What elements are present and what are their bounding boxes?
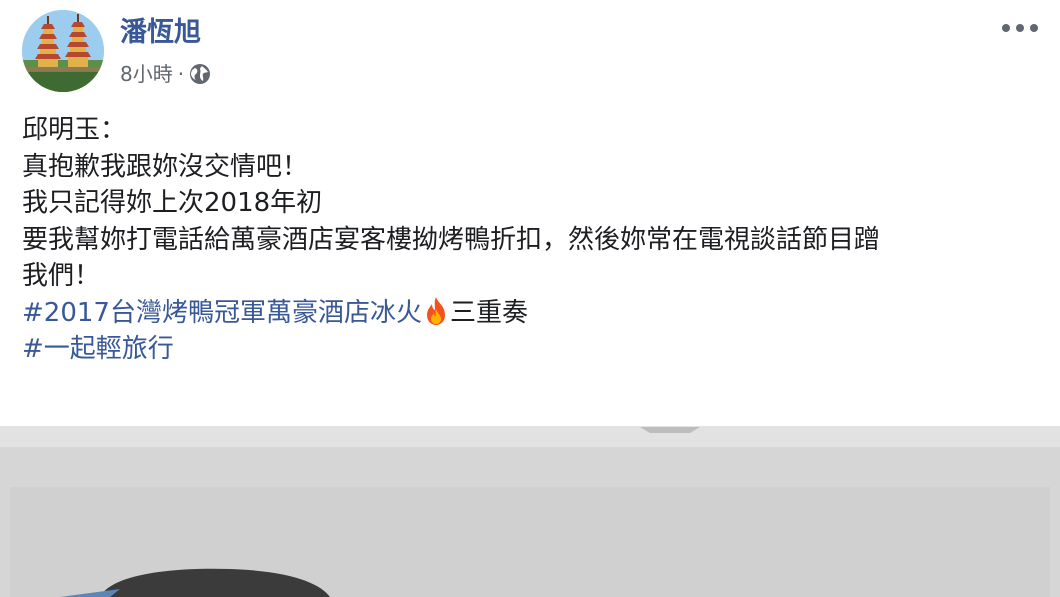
text-line: 要我幫妳打電話給萬豪酒店宴客樓拗烤鴨折扣，然後妳常在電視談話節目蹭	[22, 224, 881, 255]
fire-icon	[426, 296, 445, 325]
globe-icon[interactable]	[189, 63, 211, 85]
text-line: 我只記得妳上次2018年初	[22, 188, 323, 218]
hashtag-link[interactable]: #一起輕旅行	[22, 334, 174, 364]
post-meta: 8小時 ·	[120, 62, 211, 86]
meta-separator: ·	[177, 62, 185, 86]
hashtag-line: #2017台灣烤鴨冠軍萬豪酒店冰火 三重奏	[22, 295, 1042, 332]
hashtag-suffix: 三重奏	[449, 297, 528, 328]
post-photo[interactable]	[0, 426, 1060, 597]
author-avatar[interactable]	[22, 10, 104, 92]
pagoda-icon	[22, 10, 104, 92]
facebook-post: 潘恆旭 8小時 · 邱明玉： 真抱歉我跟妳沒交情吧！ 我只記得妳上次2018年初…	[0, 0, 1060, 597]
hashtag-link[interactable]: #2017台灣烤鴨冠軍萬豪酒店冰火	[22, 298, 422, 328]
post-text: 邱明玉： 真抱歉我跟妳沒交情吧！ 我只記得妳上次2018年初 要我幫妳打電話給萬…	[22, 112, 1042, 368]
more-options-icon[interactable]	[998, 16, 1042, 40]
author-name[interactable]: 潘恆旭	[120, 18, 201, 48]
hashtag-line: #一起輕旅行	[22, 331, 1042, 368]
text-line: 真抱歉我跟妳沒交情吧！	[22, 151, 309, 182]
text-line: 我們！	[22, 261, 101, 291]
text-line: 邱明玉：	[22, 115, 127, 145]
post-timestamp[interactable]: 8小時	[120, 62, 173, 86]
post-header: 潘恆旭 8小時 ·	[22, 10, 1042, 94]
photo-image	[0, 427, 1060, 597]
